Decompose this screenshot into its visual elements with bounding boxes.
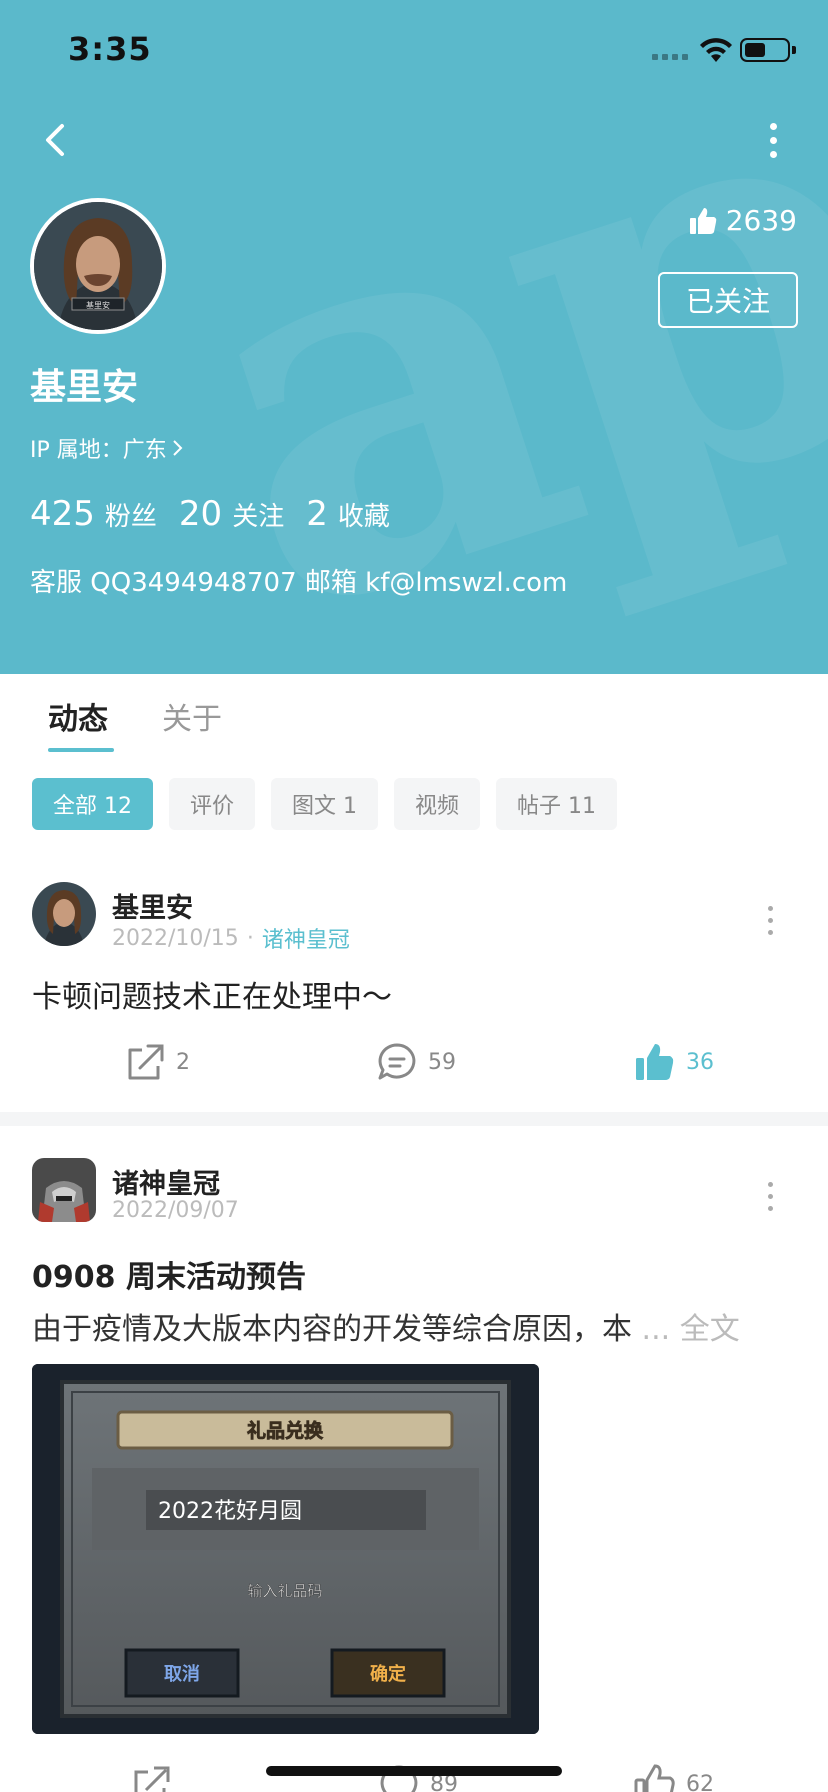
read-more-link[interactable]: ... 全文 (642, 1312, 740, 1347)
like-count: 36 (686, 1049, 714, 1075)
share-count: 2 (176, 1049, 190, 1075)
like-count: 62 (686, 1771, 714, 1792)
like-button[interactable]: 36 (634, 1042, 714, 1082)
post-meta: 2022/09/07 (112, 1198, 239, 1223)
stat-value: 20 (178, 494, 223, 534)
profile-avatar[interactable]: 基里安 (30, 198, 166, 334)
filter-posts[interactable]: 帖子 11 (496, 778, 618, 830)
share-icon (134, 1766, 170, 1792)
post-divider (0, 1112, 828, 1126)
share-button[interactable] (130, 1764, 172, 1792)
post-author[interactable]: 诸神皇冠 (112, 1162, 220, 1201)
stat-label: 收藏 (337, 502, 390, 532)
avatar-image (32, 1158, 96, 1222)
post-more-button[interactable] (766, 1182, 774, 1211)
stat-label: 关注 (232, 502, 285, 532)
meta-separator: · (246, 925, 254, 951)
profile-header: ap 3:35 基里安 2639 已关注 基里安 IP 属地：广东 425 粉丝… (0, 0, 828, 674)
profile-tabs: 动态 关于 (0, 674, 828, 770)
avatar-image: 基里安 (34, 202, 162, 330)
post-avatar[interactable] (32, 1158, 96, 1222)
status-bar: 3:35 (0, 0, 828, 100)
gift-redeem-screenshot: 礼品兑换 2022花好月圆 输入礼品码 取消 确定 (32, 1364, 539, 1734)
post-card[interactable]: 基里安 2022/10/15 · 诸神皇冠 卡顿问题技术正在处理中～ 2 59 (0, 870, 828, 1112)
avatar-image (32, 882, 96, 946)
post-excerpt[interactable]: 由于疫情及大版本内容的开发等综合原因，本 ... 全文 (32, 1304, 740, 1348)
image-confirm-text: 确定 (370, 1663, 406, 1685)
filter-videos[interactable]: 视频 (394, 778, 481, 830)
back-button[interactable] (38, 118, 78, 162)
post-author[interactable]: 基里安 (112, 886, 193, 925)
image-hint-text: 输入礼品码 (247, 1582, 322, 1600)
image-banner-text: 礼品兑换 (247, 1419, 324, 1442)
filter-chips: 全部 12 评价 图文 1 视频 帖子 11 (32, 778, 618, 830)
thumbs-up-icon (634, 1764, 675, 1792)
profile-likes-count: 2639 (725, 204, 797, 237)
profile-name: 基里安 (30, 367, 139, 408)
like-button[interactable]: 62 (634, 1764, 714, 1792)
home-indicator (266, 1766, 562, 1776)
ip-location-label: IP 属地：广东 (30, 438, 167, 463)
status-time: 3:35 (68, 30, 152, 68)
more-options-button[interactable] (760, 118, 786, 162)
post-excerpt-text: 由于疫情及大版本内容的开发等综合原因，本 (32, 1312, 632, 1347)
share-button[interactable]: 2 (124, 1042, 190, 1082)
chevron-right-icon (173, 440, 183, 456)
post-text: 卡顿问题技术正在处理中～ (32, 980, 392, 1015)
filter-reviews[interactable]: 评价 (169, 778, 256, 830)
thumbs-up-icon (636, 1044, 674, 1080)
stat-fans[interactable]: 425 粉丝 (30, 494, 157, 534)
profile-contact: 客服 QQ3494948707 邮箱 kf@lmswzl.com (30, 568, 568, 598)
post-avatar[interactable] (32, 882, 96, 946)
filter-images[interactable]: 图文 1 (271, 778, 379, 830)
post-meta: 2022/10/15 · 诸神皇冠 (112, 922, 350, 954)
wifi-icon (700, 38, 732, 62)
active-tab-indicator (48, 748, 114, 752)
post-more-button[interactable] (766, 906, 774, 935)
stat-favorites[interactable]: 2 收藏 (306, 494, 390, 534)
comment-count: 59 (428, 1049, 456, 1075)
profile-likes: 2639 (688, 204, 797, 237)
avatar-caption: 基里安 (86, 300, 110, 310)
signal-icon (652, 54, 688, 60)
ip-location[interactable]: IP 属地：广东 (30, 432, 185, 464)
comment-button[interactable]: 59 (376, 1042, 456, 1082)
comment-icon (378, 1043, 416, 1080)
tab-about[interactable]: 关于 (162, 694, 222, 738)
follow-button[interactable]: 已关注 (658, 272, 798, 328)
post-title[interactable]: 0908 周末活动预告 (32, 1252, 306, 1296)
tab-activity[interactable]: 动态 (48, 694, 108, 738)
profile-stats: 425 粉丝 20 关注 2 收藏 (30, 494, 412, 534)
post-image[interactable]: 礼品兑换 2022花好月圆 输入礼品码 取消 确定 (32, 1364, 539, 1734)
stat-label: 粉丝 (104, 502, 157, 532)
stat-value: 2 (306, 494, 328, 534)
battery-icon (740, 38, 796, 62)
image-cancel-text: 取消 (164, 1663, 200, 1685)
share-icon (128, 1044, 164, 1080)
stat-value: 425 (30, 494, 95, 534)
post-game-link[interactable]: 诸神皇冠 (262, 922, 350, 954)
post-actions: 2 59 36 (0, 1042, 828, 1098)
post-date: 2022/09/07 (112, 1198, 239, 1223)
stat-following[interactable]: 20 关注 (179, 494, 284, 534)
filter-all[interactable]: 全部 12 (32, 778, 153, 830)
thumbs-up-icon (689, 207, 716, 234)
post-date: 2022/10/15 (112, 925, 239, 951)
image-code-text: 2022花好月圆 (158, 1499, 302, 1524)
